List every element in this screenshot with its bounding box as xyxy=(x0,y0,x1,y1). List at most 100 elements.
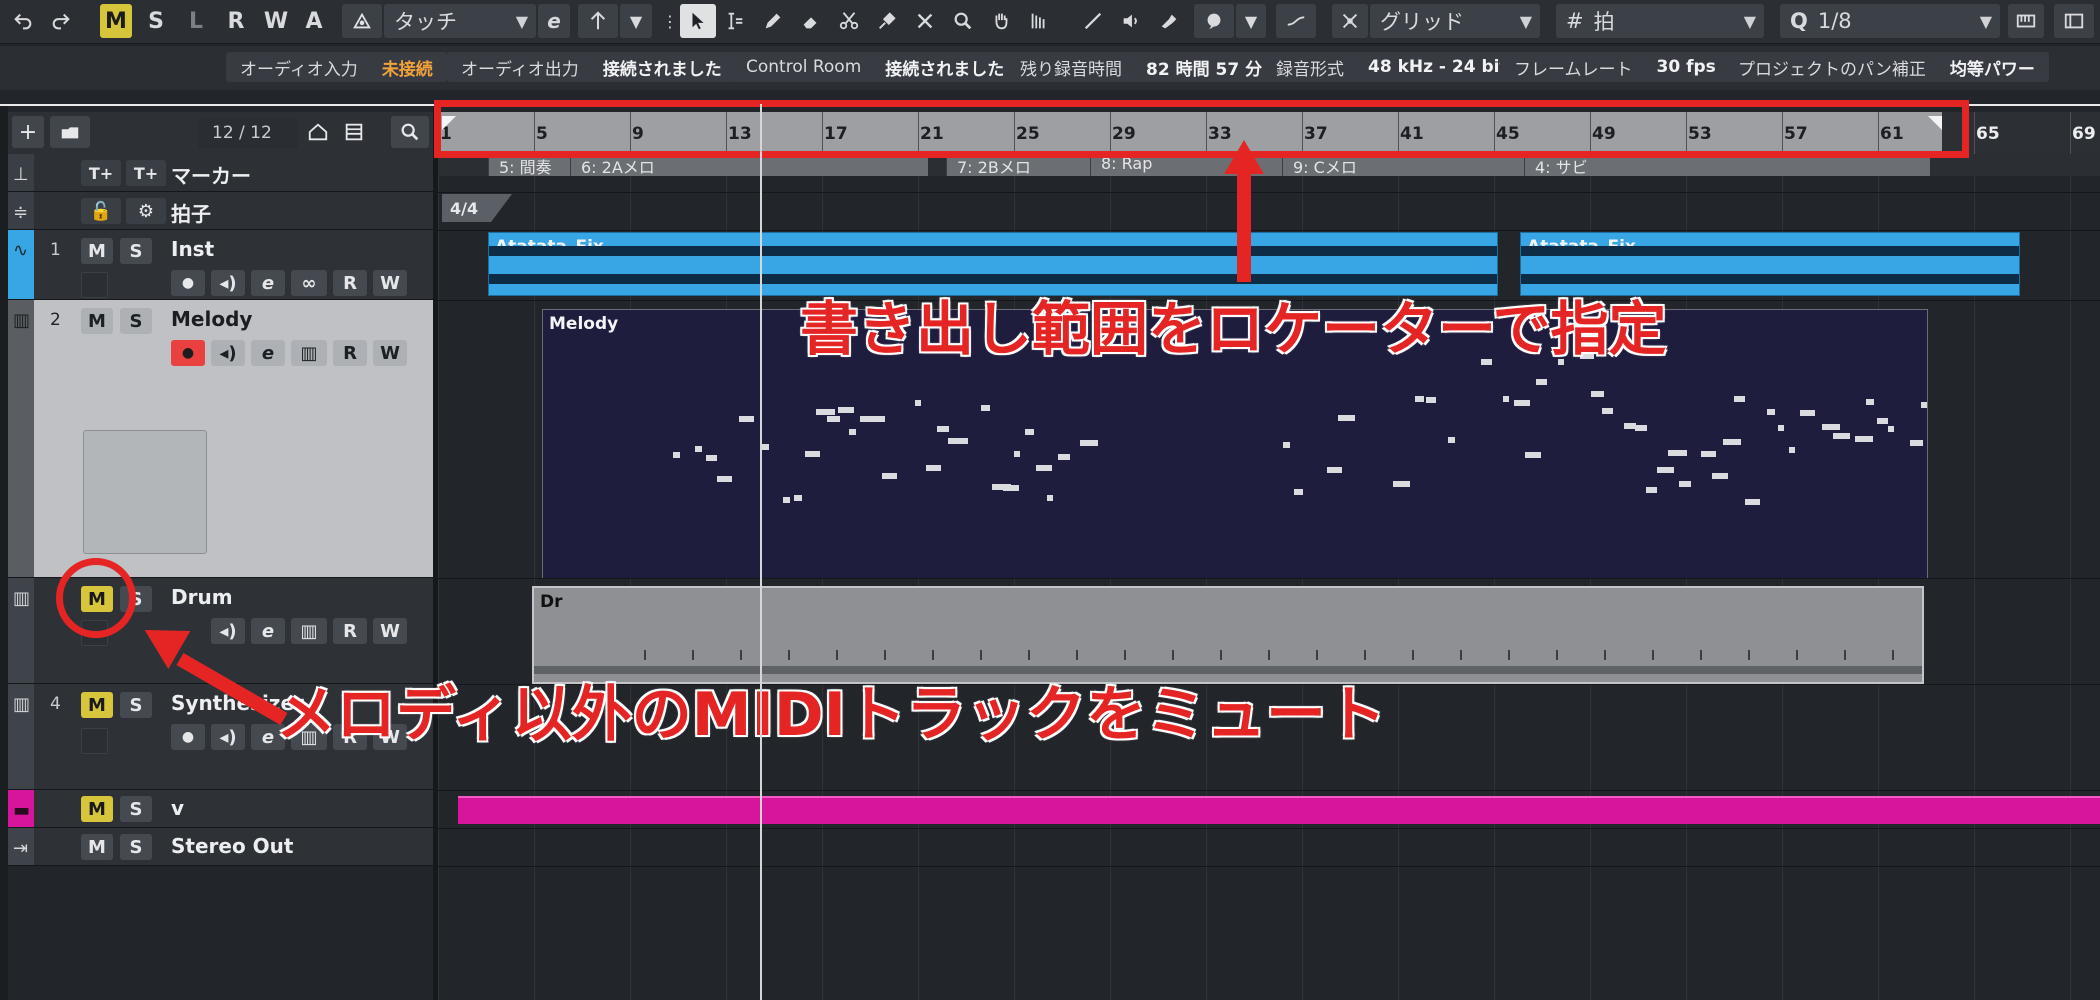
mute-button[interactable]: M xyxy=(81,308,113,334)
record-enable-button[interactable]: ● xyxy=(171,340,205,366)
undo-icon[interactable] xyxy=(6,4,40,38)
midi-note xyxy=(1047,495,1053,502)
zoom-tool-icon[interactable] xyxy=(946,4,980,38)
status-control-room[interactable]: Control Room 接続されました xyxy=(732,52,1019,82)
status-record-format[interactable]: 録音形式 48 kHz - 24 bit xyxy=(1262,52,1522,82)
track-stereo-out[interactable]: ⇥ M S Stereo Out xyxy=(8,828,433,866)
add-track-from-template-icon[interactable] xyxy=(50,116,90,148)
add-marker-icon[interactable]: T+ xyxy=(81,160,121,186)
window-layout-icon[interactable] xyxy=(2054,4,2094,38)
automation-mode-dropdown[interactable]: タッチ ▼ xyxy=(384,4,536,38)
write-button[interactable]: W xyxy=(373,618,407,644)
solo-button[interactable]: S xyxy=(120,834,152,860)
edit-instrument-icon[interactable]: e xyxy=(251,340,285,366)
status-record-time[interactable]: 残り録音時間 82 時間 57 分 xyxy=(1006,52,1277,82)
midi-note xyxy=(1921,401,1927,408)
record-enable-button[interactable]: ● xyxy=(171,724,205,750)
snap-to-zero-crossing-icon[interactable] xyxy=(1276,4,1316,38)
quantize-dropdown[interactable]: Q 1/8 ▼ xyxy=(1780,4,2000,38)
track-visibility-icon[interactable] xyxy=(338,116,370,148)
mute-button[interactable]: M xyxy=(81,692,113,718)
edit-instrument-icon[interactable]: e xyxy=(251,618,285,644)
erase-tool-icon[interactable] xyxy=(794,4,828,38)
marker-track[interactable]: ⊥ T+ T+ マーカー xyxy=(8,154,433,192)
read-button[interactable]: R xyxy=(333,340,367,366)
time-signature-event[interactable]: 4/4 xyxy=(442,194,512,222)
speaker-icon[interactable] xyxy=(1114,4,1148,38)
mute-button[interactable]: M xyxy=(81,796,113,822)
glue-tool-icon[interactable] xyxy=(870,4,904,38)
nudge-icon[interactable] xyxy=(578,4,618,38)
listen-mode-button[interactable]: L xyxy=(180,4,212,38)
add-cycle-marker-icon[interactable]: T+ xyxy=(126,160,166,186)
object-selection-tool-icon[interactable] xyxy=(680,4,716,38)
time-warp-tool-icon[interactable] xyxy=(1022,4,1056,38)
lanes-icon[interactable]: ∞ xyxy=(291,270,327,296)
drum-hit xyxy=(1700,650,1702,660)
project-cursor[interactable] xyxy=(760,104,762,1000)
chevron-down-icon[interactable]: ▼ xyxy=(1236,4,1266,38)
track-inst[interactable]: ∿ 1 M S Inst ● ◂) e ∞ R W xyxy=(8,230,433,300)
folder-event[interactable] xyxy=(458,796,2100,824)
ruler-line xyxy=(2070,112,2071,154)
hand-tool-icon[interactable] xyxy=(984,4,1018,38)
track-picture-placeholder[interactable] xyxy=(83,430,207,554)
monitor-icon[interactable]: ◂) xyxy=(211,270,245,296)
piano-keys-icon[interactable]: ▥ xyxy=(291,340,327,366)
mute-button[interactable]: M xyxy=(81,238,113,264)
monitor-icon[interactable]: ◂) xyxy=(211,618,245,644)
search-icon[interactable] xyxy=(391,116,429,148)
chevron-down-icon[interactable]: ▼ xyxy=(620,4,652,38)
redo-icon[interactable] xyxy=(44,4,78,38)
edit-instrument-icon[interactable]: e xyxy=(538,4,570,38)
lock-icon[interactable]: 🔓 xyxy=(81,198,121,224)
read-button[interactable]: R xyxy=(333,618,367,644)
drag-handle-icon[interactable]: ⋮ xyxy=(662,4,678,38)
midi-note xyxy=(1822,423,1840,430)
draw-tool-icon[interactable] xyxy=(756,4,790,38)
status-audio-output[interactable]: オーディオ出力 接続されました xyxy=(447,52,736,82)
status-audio-input[interactable]: オーディオ入力 未接続 xyxy=(226,52,447,82)
write-button[interactable]: W xyxy=(373,270,407,296)
status-pan-law[interactable]: プロジェクトのパン補正 均等パワー xyxy=(1724,52,2049,82)
line-tool-icon[interactable] xyxy=(1076,4,1110,38)
write-button[interactable]: W xyxy=(373,340,407,366)
write-mode-button[interactable]: W xyxy=(260,4,292,38)
grid-type-dropdown[interactable]: # 拍 ▼ xyxy=(1556,4,1764,38)
range-selection-tool-icon[interactable] xyxy=(718,4,752,38)
status-frame-rate[interactable]: フレームレート 30 fps xyxy=(1500,52,1730,82)
record-enable-button[interactable]: ● xyxy=(171,270,205,296)
edit-channel-icon[interactable]: e xyxy=(251,270,285,296)
midi-note xyxy=(1778,424,1784,431)
track-melody[interactable]: ▥ 2 M S Melody ● ◂) e ▥ R W xyxy=(8,300,433,578)
add-track-button[interactable]: + xyxy=(12,116,44,148)
read-mode-button[interactable]: R xyxy=(220,4,252,38)
solo-button[interactable]: S xyxy=(120,238,152,264)
gear-icon[interactable]: ⚙ xyxy=(126,198,166,224)
lane-separator xyxy=(438,230,2100,231)
snap-type-dropdown[interactable]: グリッド ▼ xyxy=(1370,4,1540,38)
solo-button[interactable]: S xyxy=(120,308,152,334)
color-tool-icon[interactable] xyxy=(1152,4,1186,38)
automation-mode-button[interactable]: A xyxy=(298,4,330,38)
global-mute-mode-button[interactable]: M xyxy=(100,4,132,38)
read-button[interactable]: R xyxy=(333,270,367,296)
mute-button[interactable]: M xyxy=(81,834,113,860)
drum-hit xyxy=(692,650,694,660)
home-icon[interactable] xyxy=(304,116,332,148)
global-solo-mode-button[interactable]: S xyxy=(140,4,172,38)
signature-track[interactable]: ≑ 🔓 ⚙ 拍子 xyxy=(8,192,433,230)
split-tool-icon[interactable] xyxy=(832,4,866,38)
snap-on-off-icon[interactable] xyxy=(1332,4,1368,38)
solo-button[interactable]: S xyxy=(120,796,152,822)
track-folder-v[interactable]: ▬ M S v xyxy=(8,790,433,828)
monitor-icon[interactable]: ◂) xyxy=(211,340,245,366)
keyboard-icon[interactable] xyxy=(2008,4,2044,38)
auto-scroll-icon[interactable] xyxy=(1194,4,1234,38)
event-display[interactable]: 5: 間奏 6: 2Aメロ 7: 2Bメロ 8: Rap 9: Cメロ 4: サ… xyxy=(438,154,2100,1000)
piano-keys-icon[interactable]: ▥ xyxy=(291,618,327,644)
automation-mode-icon[interactable] xyxy=(342,4,382,38)
mute-tool-icon[interactable] xyxy=(908,4,942,38)
monitor-icon[interactable]: ◂) xyxy=(211,724,245,750)
solo-button[interactable]: S xyxy=(120,692,152,718)
